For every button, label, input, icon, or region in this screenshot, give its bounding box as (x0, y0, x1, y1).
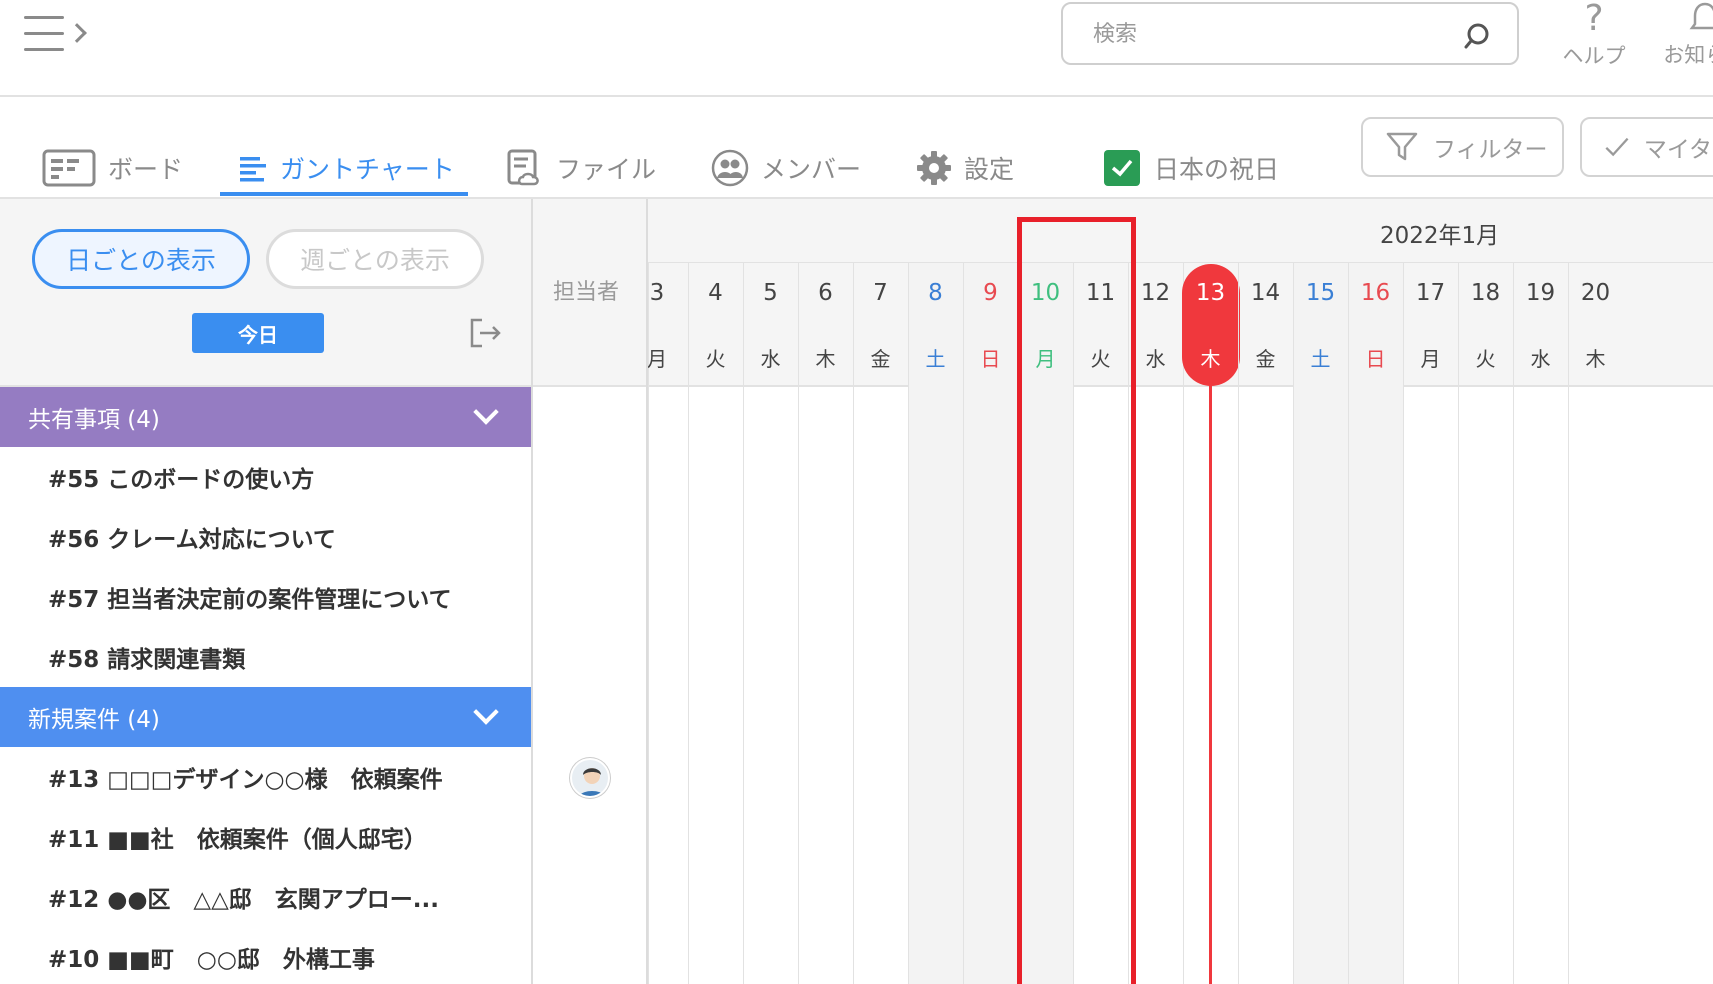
filter-icon (1386, 132, 1418, 161)
day-number: 9 (983, 280, 998, 306)
tab-gantt-chart[interactable]: ガントチャート (238, 140, 455, 196)
today-line (1209, 380, 1212, 984)
help-button[interactable]: ? ヘルプ (1556, 0, 1632, 70)
day-number: 16 (1360, 280, 1391, 306)
tab-board-label: ボード (108, 155, 184, 184)
board-icon (42, 149, 96, 187)
day-of-week: 日 (980, 347, 1001, 371)
top-bar: ? ヘルプ お知らせ (0, 0, 1713, 97)
day-number: 5 (763, 280, 778, 306)
filter-button[interactable]: フィルター (1361, 117, 1564, 177)
chevron-down-icon[interactable] (473, 399, 499, 425)
day-of-week: 土 (925, 347, 946, 371)
day-of-week: 木 (815, 347, 836, 371)
day-of-week: 金 (870, 347, 891, 371)
task-item[interactable]: #13 □□□デザイン○○様 依頼案件 (0, 747, 531, 807)
today-button[interactable]: 今日 (192, 313, 324, 353)
holiday-toggle-label: 日本の祝日 (1154, 155, 1280, 184)
task-item[interactable]: #57 担当者決定前の案件管理について (0, 567, 531, 627)
task-item[interactable]: #58 請求関連書類 (0, 627, 531, 687)
search-icon[interactable] (1463, 22, 1491, 50)
day-of-week: 木 (1585, 347, 1606, 371)
chevron-right-icon (67, 23, 87, 43)
group-title: 新規案件 (4) (28, 707, 160, 733)
bell-icon (1689, 2, 1713, 30)
person-icon (578, 768, 606, 796)
day-number: 19 (1525, 280, 1556, 306)
notifications-label: お知らせ (1663, 43, 1713, 67)
tab-files-label: ファイル (556, 155, 657, 184)
day-of-week: 木 (1200, 347, 1221, 371)
tab-files[interactable]: ファイル (506, 140, 656, 196)
day-of-week: 水 (760, 347, 781, 371)
gear-icon (916, 150, 952, 186)
file-cloud-icon (506, 148, 544, 188)
day-of-week: 金 (1255, 347, 1276, 371)
day-of-week: 月 (647, 347, 667, 371)
group-title: 共有事項 (4) (28, 407, 160, 433)
assignee-avatar[interactable] (570, 758, 610, 798)
tab-settings-label: 設定 (964, 155, 1015, 184)
tab-members-label: メンバー (761, 155, 862, 184)
task-item[interactable]: #10 ■■町 ○○邸 外構工事 (0, 927, 531, 984)
day-number: 4 (708, 280, 723, 306)
gantt-icon (238, 153, 268, 183)
search-input[interactable] (1093, 18, 1453, 50)
day-number: 20 (1580, 280, 1611, 306)
assignee-column-divider (646, 199, 648, 984)
day-of-week: 火 (705, 347, 726, 371)
holiday-checkbox[interactable] (1104, 150, 1140, 186)
menu-expand-button[interactable] (24, 14, 94, 58)
daily-view-button[interactable]: 日ごとの表示 (32, 229, 250, 289)
active-tab-indicator (220, 192, 468, 196)
help-label: ヘルプ (1562, 44, 1626, 68)
help-icon: ? (1584, 0, 1604, 39)
day-of-week: 月 (1420, 347, 1441, 371)
check-icon (1111, 159, 1133, 177)
tab-settings[interactable]: 設定 (916, 140, 1014, 196)
search-box (1061, 2, 1519, 65)
day-number: 6 (818, 280, 833, 306)
holiday-toggle[interactable]: 日本の祝日 (1104, 140, 1279, 196)
checkmark-icon (1605, 137, 1629, 157)
assignee-column-header: 担当者 (553, 280, 620, 305)
day-number: 13 (1195, 280, 1226, 306)
view-controls: 日ごとの表示 週ごとの表示 今日 (0, 199, 531, 387)
highlight-box (1017, 217, 1136, 984)
tab-members[interactable]: メンバー (711, 140, 861, 196)
day-number: 18 (1470, 280, 1501, 306)
task-item[interactable]: #12 ●●区 △△邸 玄関アプロー... (0, 867, 531, 927)
day-of-week: 水 (1530, 347, 1551, 371)
month-label: 2022年1月 (1380, 223, 1500, 249)
day-number: 17 (1415, 280, 1446, 306)
task-item[interactable]: #11 ■■社 依頼案件（個人邸宅） (0, 807, 531, 867)
day-number: 3 (649, 280, 665, 306)
day-of-week: 土 (1310, 347, 1331, 371)
day-row-divider (648, 262, 1713, 263)
weekly-view-button[interactable]: 週ごとの表示 (266, 229, 484, 289)
my-task-button[interactable]: マイタスク (1580, 117, 1713, 177)
notifications-button[interactable]: お知らせ (1655, 0, 1713, 69)
chevron-down-icon[interactable] (473, 699, 499, 725)
day-of-week: 日 (1365, 347, 1386, 371)
task-item[interactable]: #55 このボードの使い方 (0, 447, 531, 507)
tab-gantt-chart-label: ガントチャート (280, 155, 455, 184)
day-of-week: 火 (1475, 347, 1496, 371)
day-number: 14 (1250, 280, 1281, 306)
tab-board[interactable]: ボード (42, 140, 183, 196)
export-icon[interactable] (468, 317, 504, 349)
my-task-label: マイタスク (1643, 137, 1713, 163)
day-number: 8 (928, 280, 943, 306)
day-number: 7 (873, 280, 888, 306)
filter-label: フィルター (1433, 137, 1548, 163)
group-header-shared[interactable]: 共有事項 (4) (0, 387, 531, 447)
task-item[interactable]: #56 クレーム対応について (0, 507, 531, 567)
day-number: 15 (1305, 280, 1336, 306)
group-header-new-projects[interactable]: 新規案件 (4) (0, 687, 531, 747)
members-icon (711, 149, 749, 187)
